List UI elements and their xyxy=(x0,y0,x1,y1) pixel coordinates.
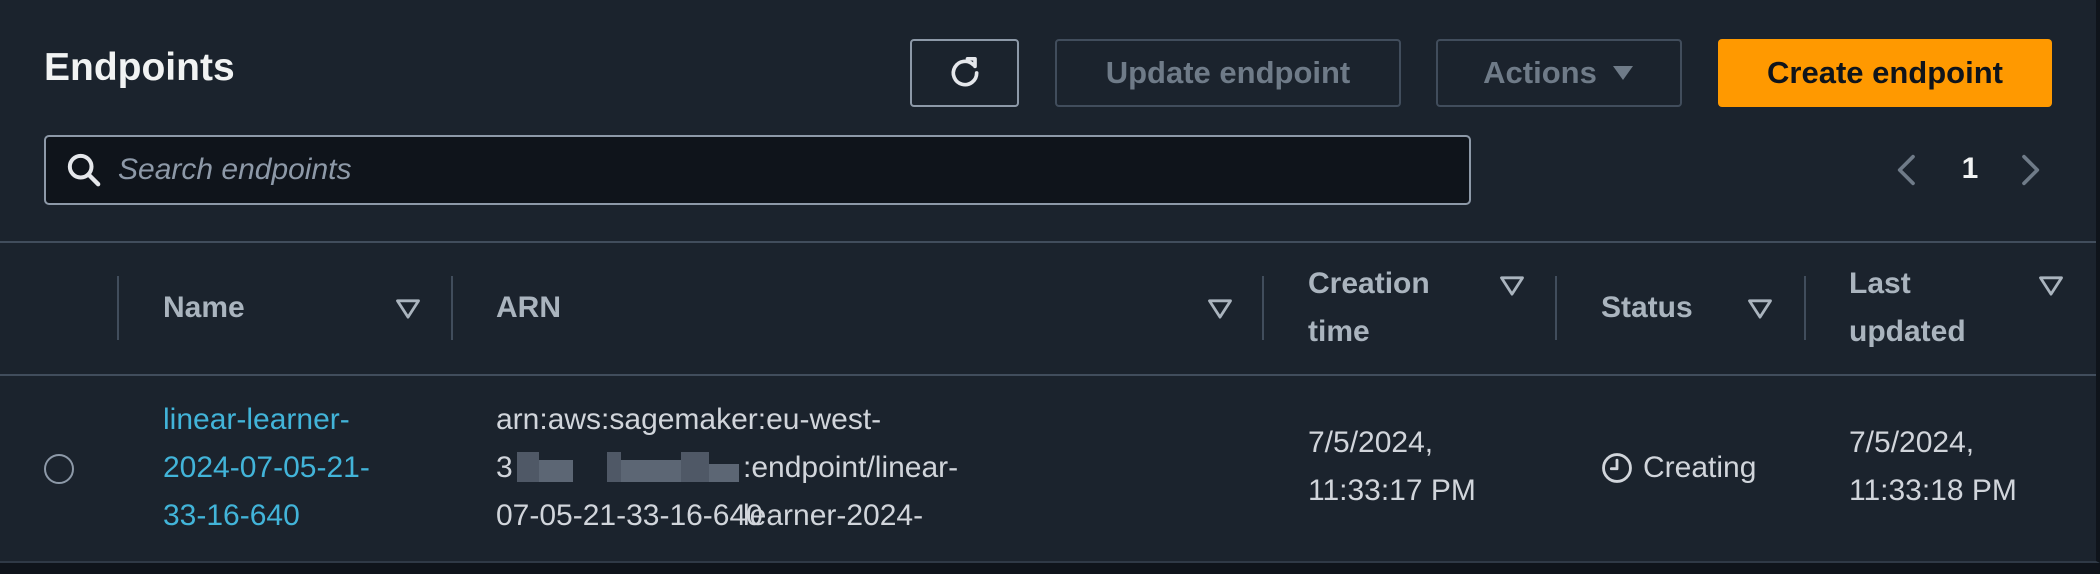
refresh-button[interactable] xyxy=(910,39,1019,107)
search-bar[interactable] xyxy=(44,135,1471,205)
redaction-block xyxy=(539,460,573,482)
header-arn[interactable]: ARN xyxy=(496,284,561,332)
header-updated-line2: updated xyxy=(1849,315,1966,348)
arn-suffix: :endpoint/linear-learner-2024- xyxy=(743,451,959,532)
clock-icon xyxy=(1602,453,1632,483)
create-endpoint-button[interactable]: Create endpoint xyxy=(1718,39,2052,107)
redaction-block xyxy=(709,464,739,482)
header-status[interactable]: Status xyxy=(1601,284,1693,332)
sort-icon[interactable] xyxy=(2037,272,2065,300)
header-name[interactable]: Name xyxy=(163,284,245,332)
header-divider xyxy=(0,241,2096,243)
updated-clock: 11:33:18 PM xyxy=(1849,474,2017,507)
header-last-updated[interactable]: Last updated xyxy=(1849,260,1966,356)
sort-icon[interactable] xyxy=(1206,295,1234,323)
sort-icon[interactable] xyxy=(394,295,422,323)
actions-label: Actions xyxy=(1483,55,1597,90)
header-creation-time[interactable]: Creation time xyxy=(1308,260,1430,356)
last-updated-value: 7/5/2024, 11:33:18 PM xyxy=(1849,419,2017,515)
column-separator xyxy=(1804,276,1806,340)
actions-dropdown[interactable]: Actions xyxy=(1436,39,1682,107)
endpoint-name-line: 33-16-640 xyxy=(163,499,300,532)
page-number[interactable]: 1 xyxy=(1955,152,1985,186)
arn-account-prefix: 3 xyxy=(496,451,513,484)
refresh-icon xyxy=(951,57,978,87)
redaction-block xyxy=(517,452,539,482)
header-creation-line1: Creation xyxy=(1308,267,1430,300)
search-icon xyxy=(67,153,101,187)
sort-icon[interactable] xyxy=(1746,295,1774,323)
row-select-radio[interactable] xyxy=(44,454,74,484)
header-updated-line1: Last xyxy=(1849,267,1911,300)
chevron-right-icon[interactable] xyxy=(2009,150,2049,190)
page-title: Endpoints xyxy=(44,46,235,89)
column-separator xyxy=(117,276,119,340)
redaction-block xyxy=(607,452,621,482)
creation-date: 7/5/2024, xyxy=(1308,426,1434,459)
redaction-block xyxy=(681,452,709,482)
redaction-block xyxy=(621,460,681,482)
status-text: Creating xyxy=(1643,451,1757,484)
column-separator xyxy=(451,276,453,340)
chevron-left-icon[interactable] xyxy=(1888,150,1928,190)
row-divider xyxy=(0,374,2096,376)
updated-date: 7/5/2024, xyxy=(1849,426,1975,459)
update-endpoint-button[interactable]: Update endpoint xyxy=(1055,39,1401,107)
search-input[interactable] xyxy=(116,152,1469,188)
column-separator xyxy=(1555,276,1557,340)
caret-down-icon xyxy=(1612,66,1633,80)
arn-line: arn:aws:sagemaker:eu-west- xyxy=(496,403,882,436)
creation-time-value: 7/5/2024, 11:33:17 PM xyxy=(1308,419,1476,515)
endpoint-name-line: linear-learner- xyxy=(163,403,350,436)
endpoints-panel: Endpoints Update endpoint Actions Create… xyxy=(0,0,2100,563)
creation-clock: 11:33:17 PM xyxy=(1308,474,1476,507)
sort-icon[interactable] xyxy=(1498,272,1526,300)
column-separator xyxy=(1262,276,1264,340)
endpoint-name-line: 2024-07-05-21- xyxy=(163,451,370,484)
header-creation-line2: time xyxy=(1308,315,1370,348)
endpoint-name-link[interactable]: linear-learner- 2024-07-05-21- 33-16-640 xyxy=(163,396,370,540)
